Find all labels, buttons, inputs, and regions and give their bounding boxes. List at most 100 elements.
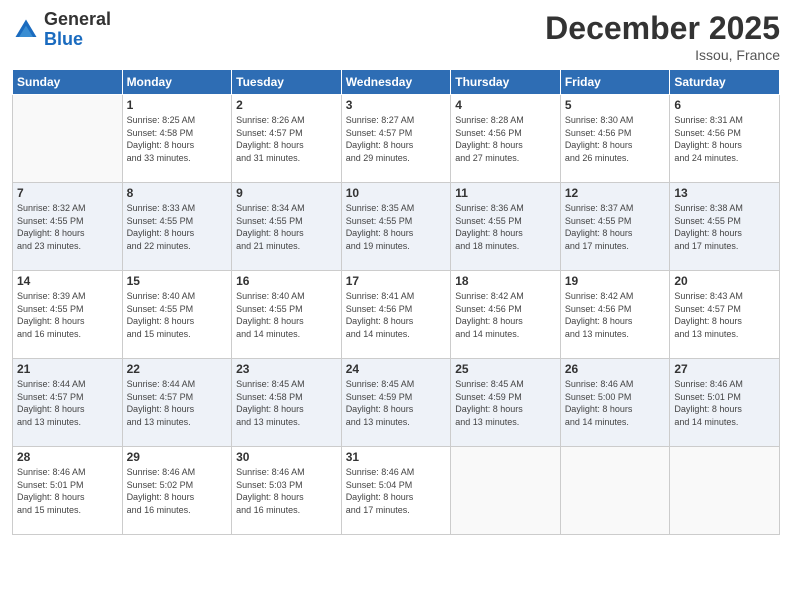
calendar-day-cell: 24 Sunrise: 8:45 AM Sunset: 4:59 PM Dayli… (341, 359, 451, 447)
calendar-day-cell: 5 Sunrise: 8:30 AM Sunset: 4:56 PM Daylig… (560, 95, 670, 183)
calendar-week-row: 1Sunrise: 8:25 AM Sunset: 4:58 PM Daylig… (13, 95, 780, 183)
location: Issou, France (545, 47, 780, 63)
calendar-day-cell: 26 Sunrise: 8:46 AM Sunset: 5:00 PM Dayli… (560, 359, 670, 447)
calendar-day-cell: 27Sunrise: 8:46 AM Sunset: 5:01 PM Dayli… (670, 359, 780, 447)
day-info: Sunrise: 8:42 AM Sunset: 4:56 PM Dayligh… (455, 290, 556, 340)
day-info: Sunrise: 8:39 AM Sunset: 4:55 PM Dayligh… (17, 290, 118, 340)
calendar-day-cell: 6 Sunrise: 8:31 AM Sunset: 4:56 PM Daylig… (670, 95, 780, 183)
calendar-day-cell: 13Sunrise: 8:38 AM Sunset: 4:55 PM Dayli… (670, 183, 780, 271)
day-info: Sunrise: 8:45 AM Sunset: 4:58 PM Dayligh… (236, 378, 337, 428)
calendar-day-cell (560, 447, 670, 535)
day-info: Sunrise: 8:36 AM Sunset: 4:55 PM Dayligh… (455, 202, 556, 252)
day-number: 24 (346, 362, 447, 376)
calendar-day-cell: 12Sunrise: 8:37 AM Sunset: 4:55 PM Dayli… (560, 183, 670, 271)
day-number: 22 (127, 362, 228, 376)
calendar-day-cell: 1Sunrise: 8:25 AM Sunset: 4:58 PM Daylig… (122, 95, 232, 183)
calendar-week-row: 7Sunrise: 8:32 AM Sunset: 4:55 PM Daylig… (13, 183, 780, 271)
day-number: 29 (127, 450, 228, 464)
day-info: Sunrise: 8:40 AM Sunset: 4:55 PM Dayligh… (127, 290, 228, 340)
calendar-day-cell: 9Sunrise: 8:34 AM Sunset: 4:55 PM Daylig… (232, 183, 342, 271)
calendar-day-cell: 10Sunrise: 8:35 AM Sunset: 4:55 PM Dayli… (341, 183, 451, 271)
calendar-day-cell: 15 Sunrise: 8:40 AM Sunset: 4:55 PM Dayli… (122, 271, 232, 359)
calendar-day-cell: 11 Sunrise: 8:36 AM Sunset: 4:55 PM Dayli… (451, 183, 561, 271)
day-number: 5 (565, 98, 666, 112)
calendar-day-cell: 2 Sunrise: 8:26 AM Sunset: 4:57 PM Daylig… (232, 95, 342, 183)
day-info: Sunrise: 8:46 AM Sunset: 5:03 PM Dayligh… (236, 466, 337, 516)
calendar-day-cell (670, 447, 780, 535)
day-info: Sunrise: 8:40 AM Sunset: 4:55 PM Dayligh… (236, 290, 337, 340)
day-info: Sunrise: 8:26 AM Sunset: 4:57 PM Dayligh… (236, 114, 337, 164)
day-info: Sunrise: 8:46 AM Sunset: 5:00 PM Dayligh… (565, 378, 666, 428)
calendar-week-row: 21 Sunrise: 8:44 AM Sunset: 4:57 PM Dayli… (13, 359, 780, 447)
day-info: Sunrise: 8:31 AM Sunset: 4:56 PM Dayligh… (674, 114, 775, 164)
calendar-day-cell (13, 95, 123, 183)
day-info: Sunrise: 8:46 AM Sunset: 5:02 PM Dayligh… (127, 466, 228, 516)
day-info: Sunrise: 8:44 AM Sunset: 4:57 PM Dayligh… (127, 378, 228, 428)
day-number: 14 (17, 274, 118, 288)
day-info: Sunrise: 8:37 AM Sunset: 4:55 PM Dayligh… (565, 202, 666, 252)
month-title: December 2025 (545, 10, 780, 47)
day-number: 8 (127, 186, 228, 200)
logo-general: General (44, 10, 111, 30)
day-number: 30 (236, 450, 337, 464)
day-info: Sunrise: 8:46 AM Sunset: 5:04 PM Dayligh… (346, 466, 447, 516)
calendar-week-row: 14 Sunrise: 8:39 AM Sunset: 4:55 PM Dayli… (13, 271, 780, 359)
day-number: 23 (236, 362, 337, 376)
day-info: Sunrise: 8:45 AM Sunset: 4:59 PM Dayligh… (455, 378, 556, 428)
day-number: 3 (346, 98, 447, 112)
column-header-monday: Monday (122, 70, 232, 95)
calendar-day-cell: 30 Sunrise: 8:46 AM Sunset: 5:03 PM Dayli… (232, 447, 342, 535)
calendar-day-cell: 3 Sunrise: 8:27 AM Sunset: 4:57 PM Daylig… (341, 95, 451, 183)
day-info: Sunrise: 8:45 AM Sunset: 4:59 PM Dayligh… (346, 378, 447, 428)
page-container: General Blue December 2025 Issou, France… (0, 0, 792, 545)
day-number: 31 (346, 450, 447, 464)
calendar-day-cell: 7Sunrise: 8:32 AM Sunset: 4:55 PM Daylig… (13, 183, 123, 271)
calendar-day-cell: 28 Sunrise: 8:46 AM Sunset: 5:01 PM Dayli… (13, 447, 123, 535)
day-number: 6 (674, 98, 775, 112)
column-header-sunday: Sunday (13, 70, 123, 95)
calendar-day-cell: 8 Sunrise: 8:33 AM Sunset: 4:55 PM Daylig… (122, 183, 232, 271)
day-number: 15 (127, 274, 228, 288)
day-number: 21 (17, 362, 118, 376)
day-number: 11 (455, 186, 556, 200)
logo-blue: Blue (44, 30, 111, 50)
day-info: Sunrise: 8:41 AM Sunset: 4:56 PM Dayligh… (346, 290, 447, 340)
calendar-header-row: SundayMondayTuesdayWednesdayThursdayFrid… (13, 70, 780, 95)
column-header-thursday: Thursday (451, 70, 561, 95)
day-number: 9 (236, 186, 337, 200)
calendar-day-cell: 22 Sunrise: 8:44 AM Sunset: 4:57 PM Dayli… (122, 359, 232, 447)
calendar-day-cell: 29 Sunrise: 8:46 AM Sunset: 5:02 PM Dayli… (122, 447, 232, 535)
day-info: Sunrise: 8:27 AM Sunset: 4:57 PM Dayligh… (346, 114, 447, 164)
day-info: Sunrise: 8:38 AM Sunset: 4:55 PM Dayligh… (674, 202, 775, 252)
day-number: 18 (455, 274, 556, 288)
day-number: 25 (455, 362, 556, 376)
day-info: Sunrise: 8:44 AM Sunset: 4:57 PM Dayligh… (17, 378, 118, 428)
day-info: Sunrise: 8:25 AM Sunset: 4:58 PM Dayligh… (127, 114, 228, 164)
calendar-day-cell: 18 Sunrise: 8:42 AM Sunset: 4:56 PM Dayli… (451, 271, 561, 359)
day-number: 2 (236, 98, 337, 112)
day-number: 19 (565, 274, 666, 288)
calendar-day-cell: 16 Sunrise: 8:40 AM Sunset: 4:55 PM Dayli… (232, 271, 342, 359)
day-number: 27 (674, 362, 775, 376)
calendar-day-cell (451, 447, 561, 535)
day-info: Sunrise: 8:42 AM Sunset: 4:56 PM Dayligh… (565, 290, 666, 340)
calendar-week-row: 28 Sunrise: 8:46 AM Sunset: 5:01 PM Dayli… (13, 447, 780, 535)
day-info: Sunrise: 8:46 AM Sunset: 5:01 PM Dayligh… (17, 466, 118, 516)
day-number: 7 (17, 186, 118, 200)
logo: General Blue (12, 10, 111, 50)
calendar-day-cell: 21 Sunrise: 8:44 AM Sunset: 4:57 PM Dayli… (13, 359, 123, 447)
day-info: Sunrise: 8:33 AM Sunset: 4:55 PM Dayligh… (127, 202, 228, 252)
day-number: 28 (17, 450, 118, 464)
day-number: 26 (565, 362, 666, 376)
day-info: Sunrise: 8:30 AM Sunset: 4:56 PM Dayligh… (565, 114, 666, 164)
day-number: 20 (674, 274, 775, 288)
day-number: 16 (236, 274, 337, 288)
calendar-day-cell: 17Sunrise: 8:41 AM Sunset: 4:56 PM Dayli… (341, 271, 451, 359)
column-header-tuesday: Tuesday (232, 70, 342, 95)
day-info: Sunrise: 8:43 AM Sunset: 4:57 PM Dayligh… (674, 290, 775, 340)
calendar-day-cell: 20 Sunrise: 8:43 AM Sunset: 4:57 PM Dayli… (670, 271, 780, 359)
calendar-day-cell: 23 Sunrise: 8:45 AM Sunset: 4:58 PM Dayli… (232, 359, 342, 447)
day-info: Sunrise: 8:35 AM Sunset: 4:55 PM Dayligh… (346, 202, 447, 252)
column-header-saturday: Saturday (670, 70, 780, 95)
calendar-day-cell: 19 Sunrise: 8:42 AM Sunset: 4:56 PM Dayli… (560, 271, 670, 359)
